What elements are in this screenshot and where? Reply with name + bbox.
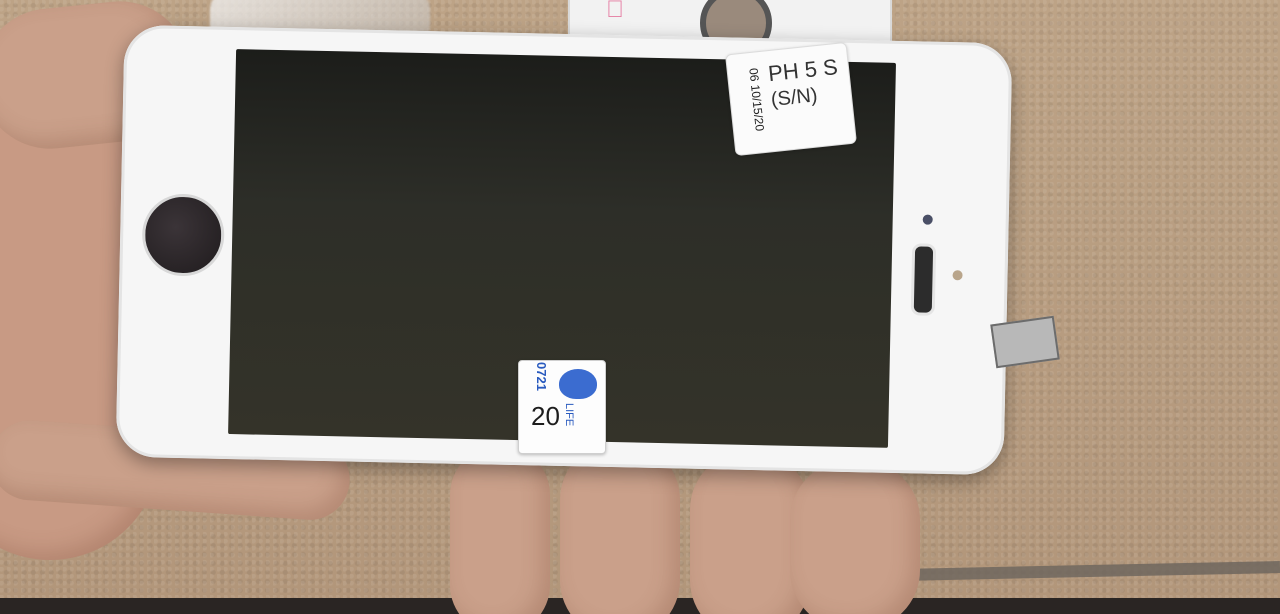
model-sticker: PH 5 S (S/N) 06 10/15/20 [725, 41, 857, 157]
flex-connector [990, 315, 1060, 369]
sticker-date: 06 10/15/20 [746, 67, 767, 132]
proximity-sensor [952, 270, 963, 281]
front-camera [922, 214, 933, 225]
photo-scene:  PH 5 S (S/N) 06 10/15/20 0721 20 LIFE [0, 0, 1280, 614]
warranty-sticker: 0721 20 LIFE [518, 360, 606, 454]
hand-finger-4 [790, 460, 920, 614]
home-button [141, 193, 226, 277]
earpiece-speaker [910, 243, 937, 316]
sticker-number: 20 [531, 401, 560, 431]
sticker-sn: (S/N) [769, 84, 819, 112]
apple-logo-icon:  [600, 0, 630, 26]
sticker-brand: LIFE [563, 403, 575, 427]
hand-finger-1 [450, 445, 550, 614]
sticker-code: 0721 [533, 362, 549, 391]
logo-drop-icon [559, 369, 597, 399]
sticker-model: PH 5 S [766, 54, 839, 87]
